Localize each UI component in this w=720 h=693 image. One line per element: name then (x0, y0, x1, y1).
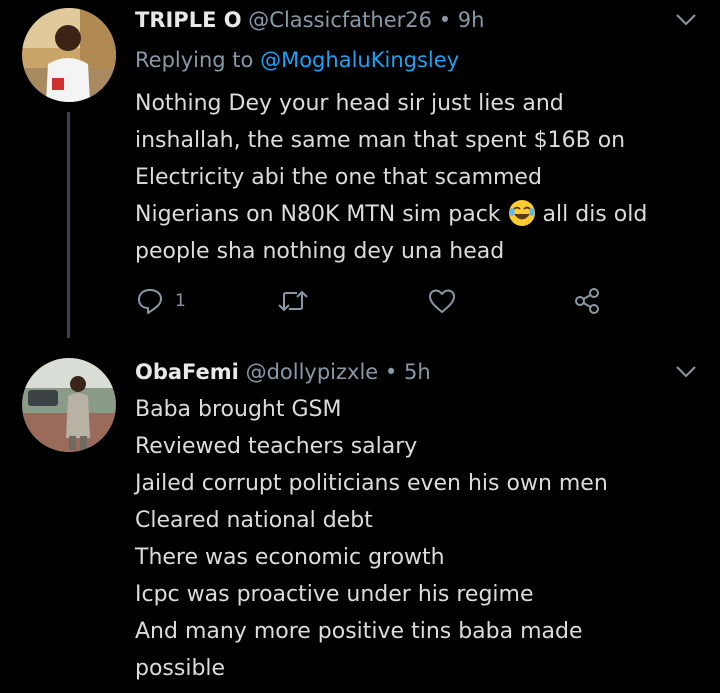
tweet-text: Nothing Dey your head sir just lies and … (135, 85, 705, 270)
tweet-line: Nothing Dey your head sir just lies and (135, 91, 564, 116)
tweet-line: possible (135, 656, 226, 681)
separator: • (384, 360, 398, 384)
timestamp[interactable]: 9h (458, 8, 485, 32)
tweet-line: There was economic growth (135, 545, 445, 570)
reply-button[interactable]: 1 (135, 284, 186, 318)
mention-link[interactable]: @MoghaluKingsley (260, 48, 459, 72)
handle[interactable]: @Classicfather26 (248, 8, 432, 32)
tweet-line: inshallah, the same man that spent $16B … (135, 128, 626, 153)
handle[interactable]: @dollypizxle (246, 360, 379, 384)
tweet-line: Jailed corrupt politicians even his own … (135, 471, 608, 496)
replying-prefix: Replying to (135, 48, 254, 72)
thread-line (67, 112, 70, 338)
tweet-line: Icpc was proactive under his regime (135, 582, 534, 607)
tweet-line-part: Nigerians on N80K MTN sim pack (135, 202, 501, 227)
tweet-actions: 1 (135, 284, 615, 318)
like-icon (427, 286, 457, 316)
tweet-line: And many more positive tins baba made (135, 619, 583, 644)
share-button[interactable] (572, 284, 602, 318)
display-name[interactable]: ObaFemi (135, 360, 239, 384)
chevron-down-icon[interactable] (674, 12, 698, 28)
tweet-line: people sha nothing dey una head (135, 239, 505, 264)
tweet-header: ObaFemi @dollypizxle • 5h (135, 358, 431, 386)
reply-icon (135, 286, 165, 316)
timestamp[interactable]: 5h (404, 360, 431, 384)
reply-count: 1 (175, 291, 186, 311)
display-name[interactable]: TRIPLE O (135, 8, 242, 32)
avatar[interactable] (22, 8, 116, 102)
separator: • (438, 8, 452, 32)
tweet-card[interactable]: TRIPLE O @Classicfather26 • 9h Replying … (0, 0, 720, 338)
tweet-card[interactable]: ObaFemi @dollypizxle • 5h Baba brought G… (0, 338, 720, 693)
replying-to: Replying to @MoghaluKingsley (135, 45, 459, 75)
face-with-tears-of-joy-emoji (508, 199, 536, 227)
tweet-line: Cleared national debt (135, 508, 373, 533)
retweet-icon (277, 286, 309, 316)
retweet-button[interactable] (277, 284, 309, 318)
chevron-down-icon[interactable] (674, 364, 698, 380)
tweet-line: Baba brought GSM (135, 397, 342, 422)
tweet-line: Reviewed teachers salary (135, 434, 418, 459)
tweet-line-part: all dis old (542, 202, 648, 227)
tweet-line: Electricity abi the one that scammed (135, 165, 542, 190)
tweet-text: Baba brought GSM Reviewed teachers salar… (135, 391, 705, 687)
share-icon (572, 286, 602, 316)
like-button[interactable] (427, 284, 457, 318)
tweet-header: TRIPLE O @Classicfather26 • 9h (135, 6, 484, 34)
tweet-line: Nigerians on N80K MTN sim pack all dis o… (135, 196, 705, 233)
avatar[interactable] (22, 358, 116, 452)
